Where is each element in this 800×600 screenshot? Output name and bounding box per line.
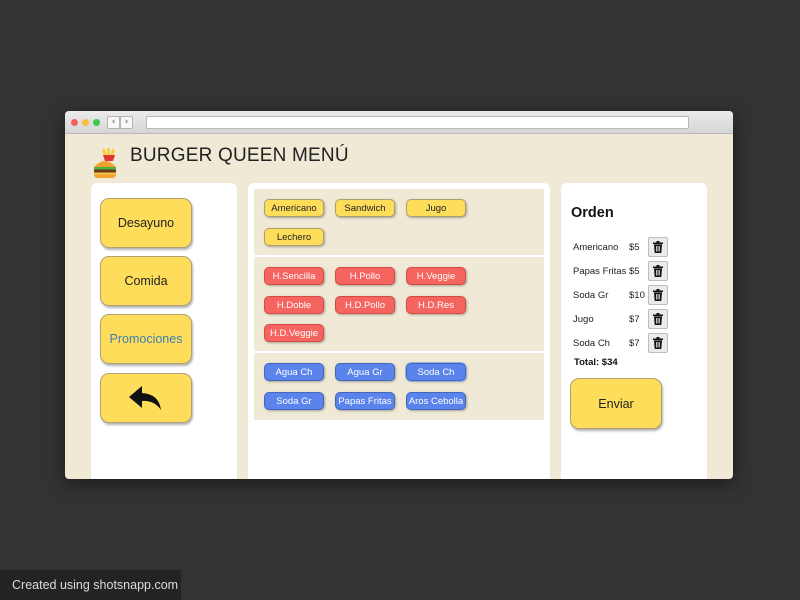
lunch-category-button[interactable]: Comida: [100, 256, 192, 306]
order-item-price: $10: [629, 290, 645, 301]
category-panel: Desayuno Comida Promociones: [91, 183, 237, 479]
item-soda-gr-button[interactable]: Soda Gr: [264, 392, 324, 410]
order-item-name: Soda Ch: [573, 338, 610, 349]
item-aros-cebolla-button[interactable]: Aros Cebolla: [406, 392, 466, 410]
maximize-window-button[interactable]: [93, 119, 100, 126]
order-item-name: Soda Gr: [573, 290, 609, 301]
order-item-price: $7: [629, 314, 640, 325]
close-window-button[interactable]: [71, 119, 78, 126]
back-nav-button[interactable]: ‹: [107, 116, 120, 129]
order-row: Soda Ch $7: [573, 333, 673, 353]
browser-window: ‹ › BURGER QUEEN MENÚ Desayuno Comida Pr…: [65, 111, 733, 479]
order-panel: Orden Americano $5 Papas Fritas $5 Soda …: [561, 183, 707, 479]
item-papas-fritas-button[interactable]: Papas Fritas: [335, 392, 395, 410]
trash-icon: [653, 337, 663, 349]
trash-icon: [653, 265, 663, 277]
item-agua-ch-button[interactable]: Agua Ch: [264, 363, 324, 381]
item-lechero-button[interactable]: Lechero: [264, 228, 324, 246]
item-h-doble-button[interactable]: H.Doble: [264, 296, 324, 314]
order-item-name: Jugo: [573, 314, 594, 325]
footer-credit: Created using shotsnapp.com: [0, 570, 181, 600]
order-row: Soda Gr $10: [573, 285, 673, 305]
order-title: Orden: [571, 205, 614, 221]
order-row: Jugo $7: [573, 309, 673, 329]
order-row: Papas Fritas $5: [573, 261, 673, 281]
item-h-pollo-button[interactable]: H.Pollo: [335, 267, 395, 285]
forward-nav-button[interactable]: ›: [120, 116, 133, 129]
burgers-section: H.Sencilla H.Pollo H.Veggie H.Doble H.D.…: [254, 257, 544, 351]
trash-icon: [653, 313, 663, 325]
delete-item-button[interactable]: [648, 261, 668, 281]
item-h-veggie-button[interactable]: H.Veggie: [406, 267, 466, 285]
back-arrow-icon: [129, 386, 161, 410]
breakfast-category-button[interactable]: Desayuno: [100, 198, 192, 248]
order-item-price: $5: [629, 242, 640, 253]
item-jugo-button[interactable]: Jugo: [406, 199, 466, 217]
delete-item-button[interactable]: [648, 333, 668, 353]
item-soda-ch-button[interactable]: Soda Ch: [405, 362, 467, 382]
item-h-d-pollo-button[interactable]: H.D.Pollo: [335, 296, 395, 314]
order-item-price: $5: [629, 266, 640, 277]
delete-item-button[interactable]: [648, 285, 668, 305]
send-order-button[interactable]: Enviar: [570, 378, 662, 429]
minimize-window-button[interactable]: [82, 119, 89, 126]
trash-icon: [653, 289, 663, 301]
item-americano-button[interactable]: Americano: [264, 199, 324, 217]
page-title: BURGER QUEEN MENÚ: [130, 145, 349, 166]
address-bar[interactable]: [146, 116, 689, 129]
burger-fries-icon: [94, 148, 116, 178]
item-h-d-res-button[interactable]: H.D.Res: [406, 296, 466, 314]
breakfast-section: Americano Sandwich Jugo Lechero: [254, 189, 544, 255]
item-sandwich-button[interactable]: Sandwich: [335, 199, 395, 217]
promotions-category-button[interactable]: Promociones: [100, 314, 192, 364]
item-agua-gr-button[interactable]: Agua Gr: [335, 363, 395, 381]
back-button[interactable]: [100, 373, 192, 423]
order-item-name: Americano: [573, 242, 619, 253]
menu-panel: Americano Sandwich Jugo Lechero H.Sencil…: [248, 183, 550, 479]
delete-item-button[interactable]: [648, 237, 668, 257]
order-item-price: $7: [629, 338, 640, 349]
trash-icon: [653, 241, 663, 253]
browser-toolbar: ‹ ›: [65, 111, 733, 134]
delete-item-button[interactable]: [648, 309, 668, 329]
order-row: Americano $5: [573, 237, 673, 257]
item-h-sencilla-button[interactable]: H.Sencilla: [264, 267, 324, 285]
order-total: Total: $34: [574, 357, 618, 368]
item-h-d-veggie-button[interactable]: H.D.Veggie: [264, 324, 324, 342]
drinks-section: Agua Ch Agua Gr Soda Ch Soda Gr Papas Fr…: [254, 353, 544, 420]
order-item-name: Papas Fritas: [573, 266, 627, 277]
